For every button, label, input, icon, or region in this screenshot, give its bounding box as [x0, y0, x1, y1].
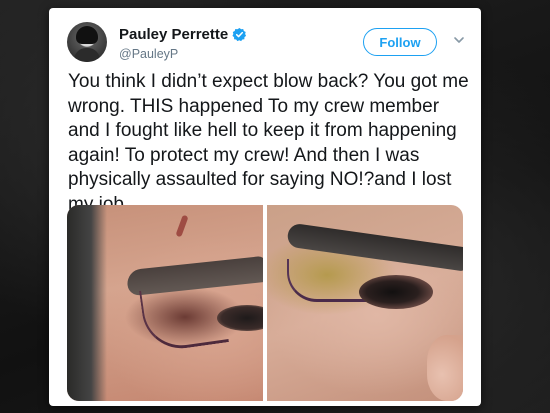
follow-button[interactable]: Follow: [363, 28, 437, 56]
photo-right-nose: [427, 335, 463, 401]
avatar-body: [74, 48, 100, 62]
avatar[interactable]: [67, 22, 107, 62]
tweet-media: [67, 205, 463, 401]
photo-right[interactable]: [267, 205, 463, 401]
photo-left-hair: [67, 205, 107, 401]
display-name[interactable]: Pauley Perrette: [119, 26, 228, 43]
tweet-text: You think I didn’t expect blow back? You…: [68, 71, 469, 215]
avatar-hair: [76, 26, 98, 44]
name-row: Pauley Perrette: [119, 26, 247, 43]
tweet-card: Pauley Perrette @PauleyP Follow You thin…: [49, 8, 481, 406]
photo-left[interactable]: [67, 205, 263, 401]
photo-right-eye: [359, 275, 433, 309]
photo-right-wound: [287, 259, 369, 302]
verified-badge-icon: [232, 27, 247, 42]
user-handle[interactable]: @PauleyP: [119, 47, 178, 61]
tweet-header: Pauley Perrette @PauleyP Follow: [67, 20, 469, 68]
chevron-down-icon[interactable]: [453, 34, 465, 46]
